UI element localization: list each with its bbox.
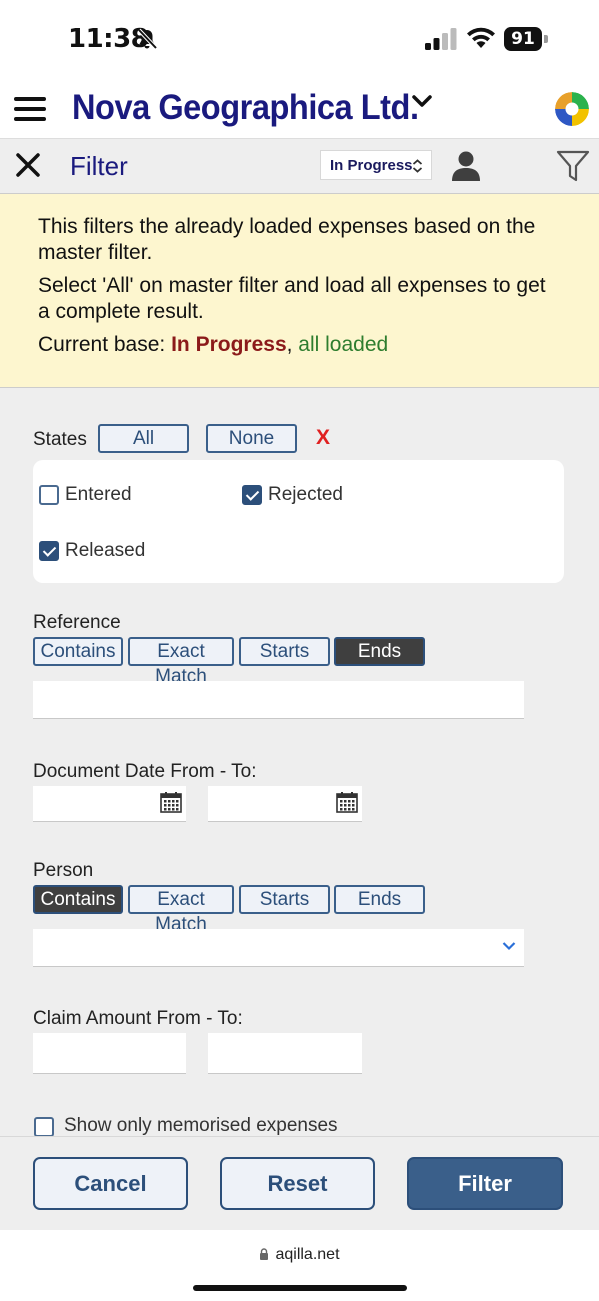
app-header: Nova Geographica Ltd. [0, 78, 599, 138]
claim-amount-to-input[interactable] [208, 1033, 362, 1074]
checkbox-released-label[interactable]: Released [65, 540, 145, 562]
filter-button[interactable]: Filter [407, 1157, 563, 1210]
person-select[interactable] [33, 929, 524, 967]
checkbox-memorised-label[interactable]: Show only memorised expenses [64, 1115, 338, 1136]
base-prefix: Current base: [38, 333, 172, 356]
app-logo[interactable] [555, 92, 589, 126]
document-date-label: Document Date From - To: [33, 761, 257, 782]
bell-muted-icon [137, 28, 158, 50]
document-date-to-input[interactable] [208, 786, 362, 822]
lock-icon [260, 1248, 269, 1260]
person-mode-starts[interactable]: Starts [239, 885, 330, 914]
checkbox-entered[interactable] [39, 485, 59, 505]
company-name[interactable]: Nova Geographica Ltd. [72, 88, 419, 128]
person-mode-exact-match[interactable]: Exact Match [128, 885, 234, 935]
chevron-down-icon[interactable] [502, 941, 516, 951]
filter-form: States All None X Entered Rejected Relea… [0, 388, 599, 1136]
base-load-status: all loaded [298, 333, 389, 356]
reset-button[interactable]: Reset [220, 1157, 375, 1210]
reference-input[interactable] [33, 681, 524, 719]
status-select-value: In Progress [330, 157, 413, 174]
info-line-1: This filters the already loaded expenses… [38, 215, 536, 264]
person-mode-contains[interactable]: Contains [33, 885, 123, 914]
claim-amount-label: Claim Amount From - To: [33, 1008, 243, 1029]
chevron-down-icon[interactable] [410, 92, 434, 110]
person-label: Person [33, 860, 94, 881]
reference-mode-exact-match[interactable]: Exact Match [128, 637, 234, 687]
url-text: aqilla.net [275, 1246, 340, 1263]
person-icon[interactable] [450, 150, 482, 182]
hamburger-menu-icon[interactable] [14, 97, 46, 121]
states-label: States [33, 429, 87, 450]
cancel-button[interactable]: Cancel [33, 1157, 188, 1210]
document-date-from-input[interactable] [33, 786, 186, 822]
checkbox-rejected-label[interactable]: Rejected [268, 484, 343, 506]
wifi-icon [467, 27, 495, 48]
checkbox-released[interactable] [39, 541, 59, 561]
states-none-button[interactable]: None [206, 424, 297, 453]
checkbox-rejected[interactable] [242, 485, 262, 505]
states-card: Entered Rejected Released [33, 460, 564, 583]
browser-url-bar: aqilla.net [0, 1230, 599, 1301]
base-separator: , [286, 333, 299, 356]
person-mode-ends[interactable]: Ends [334, 885, 425, 914]
battery-level: 91 [504, 27, 542, 51]
reference-mode-starts[interactable]: Starts [239, 637, 330, 666]
states-all-button[interactable]: All [98, 424, 189, 453]
reference-mode-ends[interactable]: Ends [334, 637, 425, 666]
info-current-base: Current base: In Progress, all loaded [38, 332, 561, 358]
checkbox-memorised[interactable] [34, 1117, 54, 1136]
action-bar: Cancel Reset Filter [0, 1136, 599, 1230]
reference-mode-contains[interactable]: Contains [33, 637, 123, 666]
close-icon[interactable] [14, 151, 42, 179]
checkbox-entered-label[interactable]: Entered [65, 484, 132, 506]
battery-icon: 91 [504, 27, 548, 51]
base-state: In Progress [171, 333, 287, 356]
claim-amount-from-input[interactable] [33, 1033, 186, 1074]
calendar-icon[interactable] [160, 791, 182, 813]
info-line-2: Select 'All' on master filter and load a… [38, 274, 546, 323]
calendar-icon[interactable] [336, 791, 358, 813]
url-display[interactable]: aqilla.net [0, 1246, 599, 1264]
status-select[interactable]: In Progress [320, 150, 432, 180]
funnel-filter-icon[interactable] [556, 149, 590, 183]
status-bar: 11:38 91 [0, 0, 599, 78]
home-indicator[interactable] [193, 1285, 407, 1291]
states-clear-button[interactable]: X [316, 426, 330, 450]
page-title: Filter [70, 151, 128, 181]
up-down-chevron-icon [412, 159, 423, 173]
cellular-signal-icon [425, 28, 457, 50]
reference-label: Reference [33, 612, 121, 633]
filter-toolbar: Filter In Progress [0, 138, 599, 194]
filter-info-box: This filters the already loaded expenses… [0, 194, 599, 388]
